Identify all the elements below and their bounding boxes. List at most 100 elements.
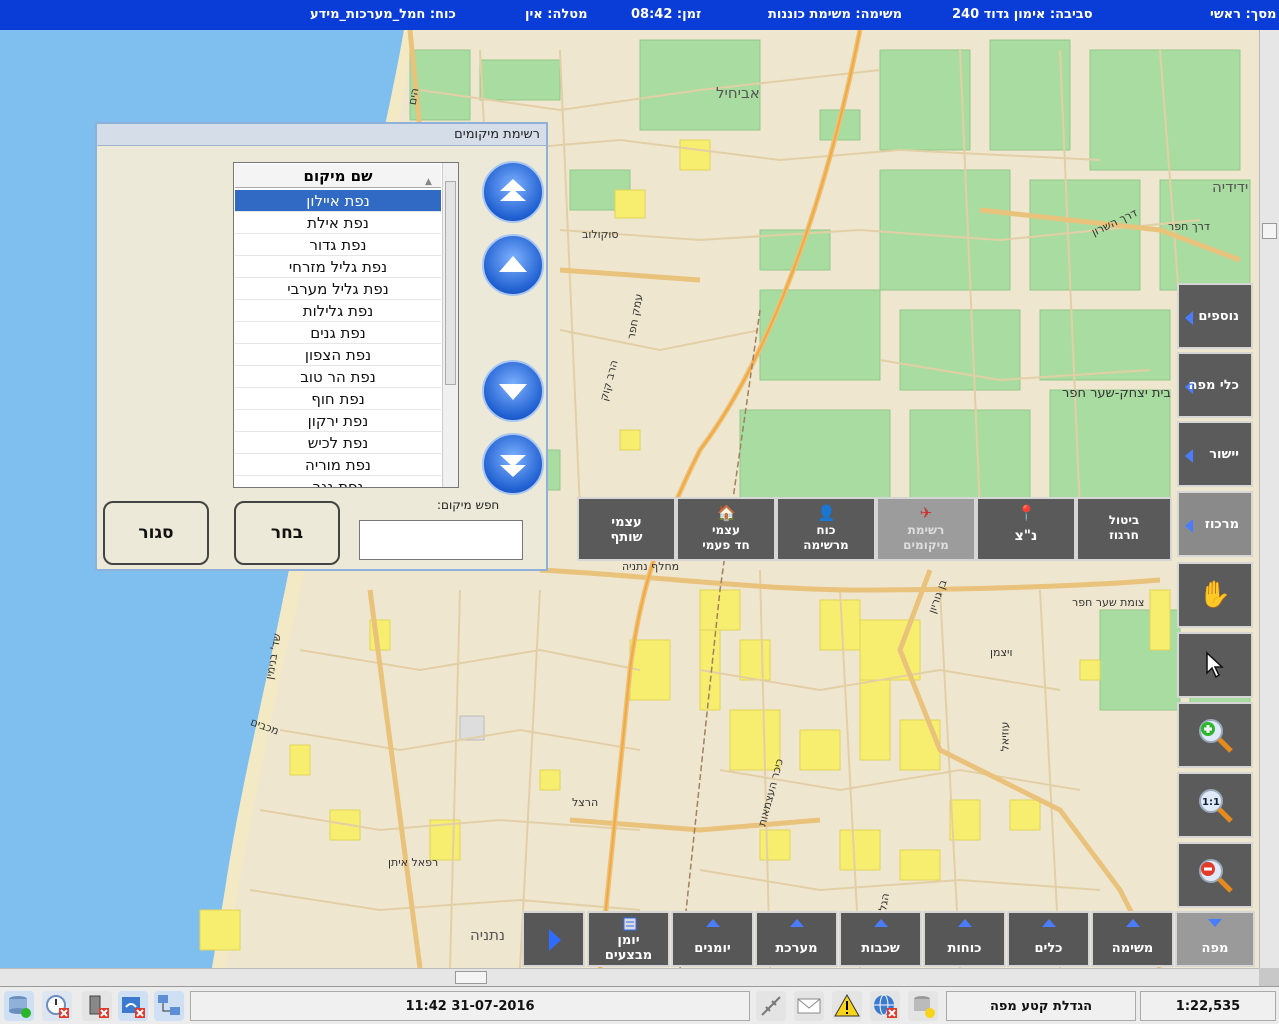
close-button[interactable]: סגור bbox=[103, 501, 209, 565]
layers-label: שכבות bbox=[861, 941, 900, 956]
status-message: הגדלת קטע מפה bbox=[946, 991, 1136, 1021]
bottom-status-bar: 31-07-2016 11:42 הגדלת קטע מפה 1:22,535 bbox=[0, 986, 1279, 1024]
force-label: כוח: חמל_מערכות_מידע bbox=[310, 7, 456, 22]
scroll-down-button[interactable] bbox=[482, 360, 544, 422]
scroll-up-button[interactable] bbox=[482, 234, 544, 296]
map-vertical-scrollbar[interactable] bbox=[1259, 30, 1279, 968]
house-icon: 🏠 bbox=[717, 504, 736, 522]
expand-left-icon bbox=[1185, 519, 1193, 533]
forces-button[interactable]: כוחות bbox=[923, 911, 1006, 967]
satellite-icon[interactable] bbox=[756, 991, 786, 1021]
scroll-thumb[interactable] bbox=[455, 971, 487, 984]
pin-icon: 📍 bbox=[1017, 504, 1036, 522]
select-button[interactable]: בחר bbox=[234, 501, 340, 565]
settlement-label: יישור bbox=[1209, 447, 1239, 462]
location-list-item[interactable]: נפת איילון bbox=[235, 190, 441, 212]
globe-error-icon[interactable] bbox=[870, 991, 900, 1021]
map-horizontal-scrollbar[interactable] bbox=[0, 968, 1259, 986]
chevron-down-icon bbox=[499, 384, 527, 400]
menu-up-icon bbox=[1125, 919, 1140, 927]
double-chevron-down-icon bbox=[500, 455, 526, 477]
select-tool-button[interactable] bbox=[1177, 632, 1253, 698]
menu-up-icon bbox=[705, 919, 720, 927]
zoom-in-button[interactable] bbox=[1177, 702, 1253, 768]
cursor-arrow-icon bbox=[1206, 651, 1224, 679]
wireless-error-icon[interactable] bbox=[118, 991, 148, 1021]
map-label-netanya: נתניה bbox=[470, 926, 506, 944]
ops-log-button[interactable]: יומן מבצעים bbox=[587, 911, 670, 967]
more-label: נוספים bbox=[1198, 309, 1239, 324]
location-list-item[interactable]: נפת אילת bbox=[235, 212, 441, 234]
force-from-list-button[interactable]: 👤 כוח מרשימה bbox=[776, 497, 876, 561]
tools-button[interactable]: כלים bbox=[1007, 911, 1090, 967]
radio-error-icon[interactable] bbox=[82, 991, 112, 1021]
location-list-item[interactable]: נפת נגב bbox=[235, 476, 441, 487]
expand-left-icon bbox=[1185, 311, 1193, 325]
location-list-item[interactable]: נפת הצפון bbox=[235, 344, 441, 366]
locations-listbox[interactable]: שם מיקום ▲ נפת איילון נפת אילת נפת גדור נפת… bbox=[233, 162, 459, 488]
toolbar-expand-button[interactable] bbox=[522, 911, 585, 967]
location-list-item[interactable]: נפת מוריה bbox=[235, 454, 441, 476]
page-up-button[interactable] bbox=[482, 161, 544, 223]
shared-object-button[interactable]: עצמי שותף bbox=[577, 497, 676, 561]
pan-tool-button[interactable]: ✋ bbox=[1177, 562, 1253, 628]
column-header-label: שם מיקום bbox=[303, 167, 373, 185]
storage-warning-icon[interactable] bbox=[908, 991, 938, 1021]
mission-button[interactable]: משימה bbox=[1091, 911, 1174, 967]
task-label: מטלה: אין bbox=[525, 7, 588, 22]
top-status-bar: מסך: ראשי סביבה: אימון גדוד 240 משימה: מ… bbox=[0, 0, 1279, 30]
logs-button[interactable]: יומנים bbox=[671, 911, 754, 967]
zoom-actual-size-icon: 1:1 bbox=[1199, 789, 1233, 823]
zoom-in-icon bbox=[1199, 719, 1233, 753]
shared-object-label: עצמי שותף bbox=[610, 515, 643, 545]
location-list-item[interactable]: נפת גליל מערבי bbox=[235, 278, 441, 300]
svg-text:1:1: 1:1 bbox=[1202, 797, 1220, 808]
warning-icon[interactable] bbox=[832, 991, 862, 1021]
more-button[interactable]: נוספים bbox=[1177, 283, 1253, 349]
coordinates-label: נ"צ bbox=[1014, 528, 1038, 544]
location-list-item[interactable]: נפת גלילות bbox=[235, 300, 441, 322]
cancel-trace-button[interactable]: ביטול חרגוז bbox=[1076, 497, 1172, 561]
mail-icon[interactable] bbox=[794, 991, 824, 1021]
center-label: מרכוז bbox=[1204, 517, 1239, 532]
location-list-item[interactable]: נפת חוף bbox=[235, 388, 441, 410]
layers-button[interactable]: שכבות bbox=[839, 911, 922, 967]
search-input[interactable] bbox=[359, 520, 523, 560]
location-list-item[interactable]: נפת גדור bbox=[235, 234, 441, 256]
zoom-out-button[interactable] bbox=[1177, 842, 1253, 908]
location-list-item[interactable]: נפת הר טוב bbox=[235, 366, 441, 388]
network-icon[interactable] bbox=[154, 991, 184, 1021]
map-label-street: הרצל bbox=[572, 796, 599, 809]
map-label-street: רפאל איתן bbox=[388, 856, 439, 869]
center-button[interactable]: מרכוז bbox=[1177, 491, 1253, 557]
coordinates-button[interactable]: 📍 נ"צ bbox=[976, 497, 1076, 561]
zoom-1to1-button[interactable]: 1:1 bbox=[1177, 772, 1253, 838]
map-label-avihail: אביחיל bbox=[716, 84, 760, 102]
person-icon: 👤 bbox=[817, 504, 836, 522]
clock-error-icon[interactable] bbox=[42, 991, 72, 1021]
system-label: מערכת bbox=[775, 941, 818, 956]
location-list-item[interactable]: נפת לכיש bbox=[235, 432, 441, 454]
settlement-button[interactable]: יישור bbox=[1177, 421, 1253, 487]
column-header[interactable]: שם מיקום ▲ bbox=[235, 164, 441, 188]
database-ok-icon[interactable] bbox=[4, 991, 34, 1021]
list-scrollbar[interactable] bbox=[442, 163, 458, 487]
one-time-object-button[interactable]: 🏠 עצמי חד פעמי bbox=[676, 497, 776, 561]
locations-list-button[interactable]: ✈ רשימת מיקומים bbox=[876, 497, 976, 561]
map-tools-label: כלי מפה bbox=[1188, 378, 1239, 393]
mission-label: משימה bbox=[1111, 941, 1154, 956]
location-list-item[interactable]: נפת ירקון bbox=[235, 410, 441, 432]
map-tools-button[interactable]: כלי מפה bbox=[1177, 352, 1253, 418]
system-button[interactable]: מערכת bbox=[755, 911, 838, 967]
mission-label: משימה: משימת כוננות bbox=[768, 7, 903, 22]
map-label-beit-yitzhak: בית יצחק-שער חפר bbox=[1062, 386, 1171, 401]
location-list-item[interactable]: נפת גליל מזרחי bbox=[235, 256, 441, 278]
map-marker-icon: ✈ bbox=[919, 504, 933, 522]
list-scroll-thumb[interactable] bbox=[445, 181, 456, 385]
map-label-interchange: מחלף נתניה bbox=[622, 560, 680, 573]
map-button[interactable]: מפה bbox=[1175, 911, 1255, 967]
menu-down-icon bbox=[1208, 919, 1222, 927]
scroll-thumb[interactable] bbox=[1262, 223, 1277, 239]
location-list-item[interactable]: נפת גנים bbox=[235, 322, 441, 344]
page-down-button[interactable] bbox=[482, 433, 544, 495]
